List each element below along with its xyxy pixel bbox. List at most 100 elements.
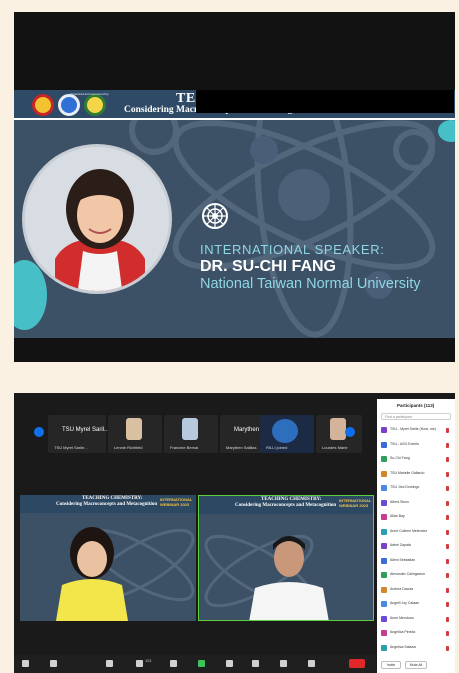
video-camera-icon[interactable] (50, 660, 57, 667)
participant-row[interactable]: Alleni Sebastian (381, 556, 453, 567)
gallery-tile[interactable]: Lennie Richfield (108, 415, 162, 453)
muted-mic-icon (446, 529, 449, 535)
participant-row[interactable]: Angelli Joy Cataan (381, 599, 453, 610)
muted-mic-icon (446, 587, 449, 593)
participants-count-label: 113 (145, 658, 152, 663)
participant-avatar (381, 557, 387, 564)
university-seal-logo (32, 94, 54, 116)
participant-video (182, 418, 198, 440)
partner-logo-yellow (84, 94, 106, 116)
ntnu-logo (202, 203, 228, 229)
mute-icon[interactable] (22, 660, 29, 667)
speaker-affiliation: National Taiwan Normal University (200, 276, 421, 292)
participant-row[interactable]: Allan Bay (381, 512, 453, 523)
invite-button[interactable]: Invite (381, 661, 401, 669)
share-screen-icon[interactable] (198, 660, 205, 667)
participant-avatar (381, 427, 387, 433)
speaker-video-frame (56, 527, 195, 621)
muted-mic-icon (446, 500, 449, 506)
record-icon[interactable] (226, 660, 233, 667)
participant-name: TSU Jhoi Domingo (390, 485, 420, 489)
tile-name: Francine Bernal (170, 445, 199, 450)
participant-search-input[interactable]: Find a participant (381, 413, 451, 420)
speaker-slide: Organized and sponsored by TEAC Consider… (14, 90, 455, 338)
meeting-toolbar: 113 (14, 655, 376, 673)
participant-name: Alfred Sison (390, 499, 409, 504)
reactions-icon[interactable] (280, 660, 287, 667)
participant-row[interactable]: Anne Colleen Melendez (381, 527, 453, 538)
participant-avatar (381, 615, 387, 622)
mute-all-button[interactable]: Mute All (405, 661, 427, 669)
participant-avatar (381, 441, 387, 448)
tile-name: Lennie Richfield (114, 445, 143, 450)
muted-mic-icon (446, 486, 449, 491)
participant-row[interactable]: TSU Jhoi Domingo (381, 483, 453, 494)
participant-avatar (381, 485, 387, 491)
zoom-meeting-screenshot: TSU Myrel Saril... TSU Myrel Sarile... L… (14, 393, 455, 673)
participant-avatar (381, 586, 387, 593)
tile-name: Lourdes Marie (322, 445, 348, 450)
muted-mic-icon (446, 544, 449, 549)
end-meeting-button[interactable] (349, 659, 365, 668)
tile-name: TSU Myrel Sarile... (54, 445, 88, 450)
participant-avatar (381, 601, 387, 607)
main-video-speaker[interactable]: TEACHING CHEMISTRY: Considering Macrocon… (20, 495, 196, 621)
muted-mic-icon (446, 515, 449, 520)
participant-row[interactable]: Angelica Salazar (381, 643, 453, 654)
participant-avatar (381, 528, 387, 535)
participant-row[interactable]: Anne Mendoza (381, 614, 453, 625)
speaker-photo (22, 144, 172, 294)
participant-avatar-globe (272, 419, 298, 443)
participant-name: Su-Chi Fang (390, 456, 410, 460)
participant-avatar (381, 514, 387, 520)
organized-by-text: Organized and sponsored by (70, 92, 109, 96)
more-icon[interactable] (308, 660, 315, 667)
participant-name: Allan Bay (390, 514, 405, 518)
muted-mic-icon (446, 457, 449, 462)
participant-name: Anne Colleen Melendez (390, 528, 428, 533)
participant-name: Angelica Pineda (390, 630, 416, 634)
muted-mic-icon (446, 602, 449, 607)
tile-name: Marythen Salillas (226, 445, 257, 450)
participant-row[interactable]: Su-Chi Fang (381, 454, 453, 465)
chat-icon[interactable] (170, 660, 177, 667)
muted-mic-icon (446, 631, 449, 636)
apps-icon[interactable] (252, 660, 259, 667)
security-shield-icon[interactable] (106, 660, 113, 667)
participant-name: Andrea Dacula (390, 586, 414, 591)
gallery-prev-arrow[interactable] (34, 427, 44, 437)
gallery-next-arrow[interactable] (345, 427, 355, 437)
gallery-tile[interactable]: TSU Myrel Saril... TSU Myrel Sarile... (48, 415, 110, 453)
participant-video (126, 418, 142, 440)
participants-panel-title: Participants (113) (397, 403, 435, 408)
participant-row[interactable]: Alexander Calingacion (381, 570, 453, 581)
muted-mic-icon (446, 442, 449, 448)
gallery-tile[interactable]: Lourdes Marie (316, 415, 362, 453)
redaction-bar (196, 90, 454, 113)
participant-row[interactable]: Andrea Dacula (381, 585, 453, 596)
participant-row[interactable]: Aebel Zapata (381, 541, 453, 552)
webinar-slide-screenshot: Organized and sponsored by TEAC Consider… (14, 12, 455, 362)
participant-avatar (381, 499, 387, 506)
tile-name: RILLI joined (266, 445, 288, 450)
participant-row[interactable]: Alfred Sison (381, 498, 453, 509)
gallery-tile[interactable]: RILLI joined (260, 415, 314, 453)
webinar-banner: Organized and sponsored by TEAC Consider… (14, 90, 455, 120)
participant-row[interactable]: TSU Marielle Gallardo (381, 469, 453, 480)
participant-row[interactable]: TSU - ASO Events (381, 440, 453, 451)
participant-name: Angelica Salazar (390, 644, 417, 649)
participant-name: Aebel Zapata (390, 543, 411, 547)
tile-display-name: TSU Myrel Saril... (62, 427, 110, 433)
gallery-tile[interactable]: Francine Bernal (164, 415, 218, 453)
participant-video (330, 418, 346, 440)
participant-name: TSU Marielle Gallardo (390, 470, 425, 475)
muted-mic-icon (446, 428, 449, 433)
participants-icon[interactable] (136, 660, 143, 667)
muted-mic-icon (446, 471, 449, 477)
gallery-strip: TSU Myrel Saril... TSU Myrel Sarile... L… (14, 415, 366, 455)
participant-row[interactable]: Angelica Pineda (381, 628, 453, 639)
participant-row[interactable]: TSU - Myrel Sarile (Host, me) (381, 425, 453, 436)
participant-avatar (381, 470, 387, 477)
participant-avatar (381, 644, 387, 651)
main-video-participant[interactable]: TEACHING CHEMISTRY: Considering Macrocon… (198, 495, 374, 621)
